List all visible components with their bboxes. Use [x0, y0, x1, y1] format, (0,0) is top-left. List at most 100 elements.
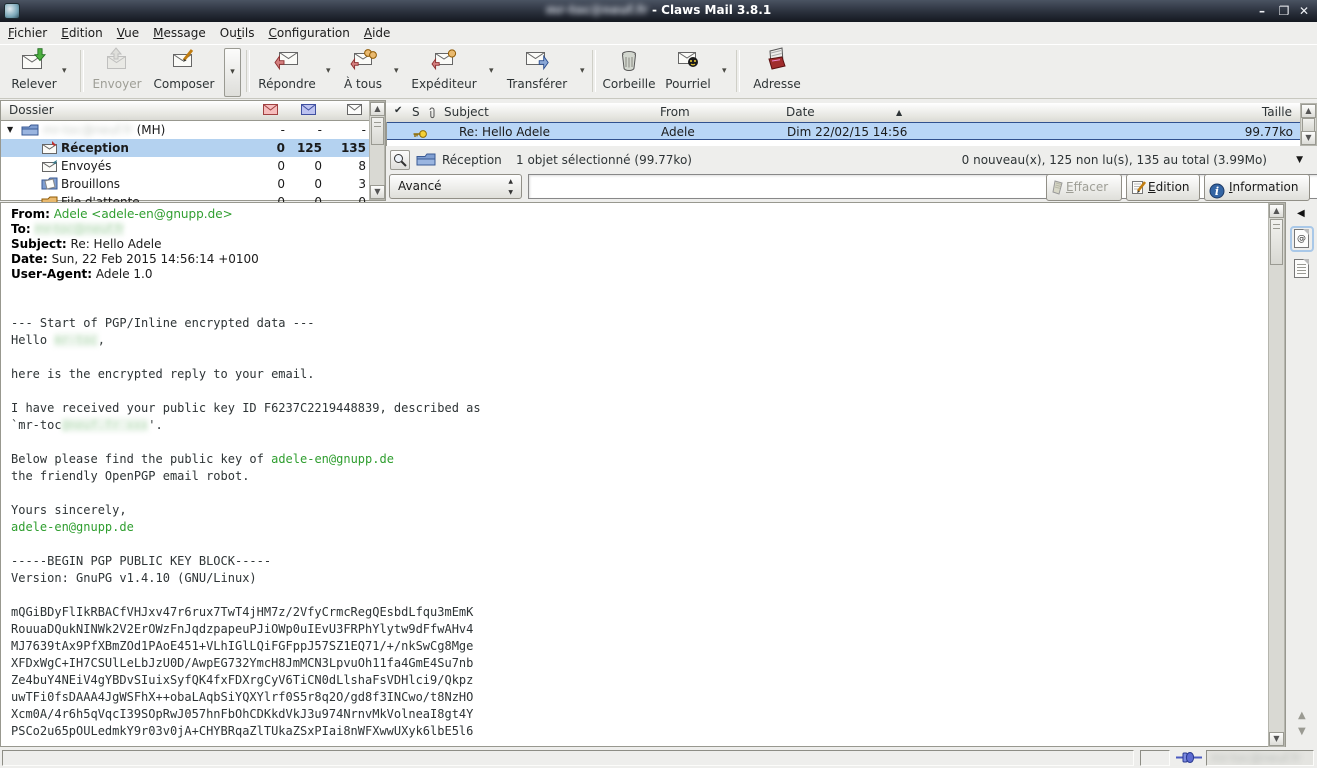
minimize-button[interactable]: –	[1253, 2, 1271, 20]
message-size: 99.77ko	[1245, 123, 1293, 141]
spam-button[interactable]: Pourriel	[662, 47, 714, 95]
reply-icon	[256, 47, 318, 75]
body-line: mQGiBDyFlIkRBACfVHJxv47r6rux7TwT4jHM7z/2…	[11, 604, 481, 621]
mime-scroll-down-icon[interactable]: ▼	[1298, 726, 1306, 737]
menubar: Fichier Edition Vue Message Outils Configurat…	[0, 22, 1317, 44]
send-button: Envoyer	[90, 47, 144, 95]
close-button[interactable]: ✕	[1295, 2, 1313, 20]
folder-row-sent[interactable]: Envoyés 0 0 8	[1, 157, 370, 175]
message-subject: Re: Hello Adele	[459, 123, 550, 141]
compose-dropdown-button[interactable]: ▾	[224, 48, 241, 97]
search-mode-value: Avancé	[398, 179, 442, 193]
size-column-header[interactable]: Taille	[1262, 105, 1292, 119]
receive-button[interactable]: Relever	[8, 47, 60, 95]
menu-edition[interactable]: Edition	[61, 26, 103, 40]
body-line: uwTFi0fsDAAA4JgWSFhX++obaLAqbSiYQXYlrf0S…	[11, 689, 481, 706]
to-header-label: To:	[11, 222, 31, 236]
expander-icon[interactable]: ▼	[7, 121, 13, 139]
mime-part-attachment[interactable]	[1292, 258, 1312, 280]
message-view[interactable]: From: Adele <adele-en@gnupp.de> To: mr-t…	[0, 202, 1286, 747]
message-list-body[interactable]: Re: Hello Adele Adele Dim 22/02/15 14:56…	[386, 122, 1300, 146]
menu-configuration[interactable]: Configuration	[268, 26, 349, 40]
message-list-scrollbar[interactable]: ▲ ▼	[1300, 103, 1317, 146]
account-name-redacted: mr-toc@neuf.fr	[1211, 751, 1301, 765]
forward-button[interactable]: Transférer	[503, 47, 571, 95]
body-line: the friendly OpenPGP email robot.	[11, 468, 481, 485]
collapse-panel-icon[interactable]: ◀	[1297, 208, 1305, 219]
from-header-label: From:	[11, 207, 50, 221]
menu-message[interactable]: Message	[153, 26, 206, 40]
scroll-up-icon[interactable]: ▲	[370, 102, 385, 116]
reply-all-button[interactable]: À tous	[340, 47, 386, 95]
mime-part-text[interactable]: @	[1292, 228, 1312, 250]
folder-row-inbox[interactable]: Réception 0 125 135	[1, 139, 370, 157]
date-header-value: Sun, 22 Feb 2015 14:56:14 +0100	[52, 252, 259, 266]
folder-scrollbar[interactable]: ▲ ▼	[369, 101, 385, 200]
from-column-header[interactable]: From	[660, 105, 690, 119]
message-date: Dim 22/02/15 14:56	[787, 123, 907, 141]
folder-pane: Dossier ▼ mr-toc@neuf.fr (MH) - - - Réce…	[0, 100, 386, 201]
menu-vue[interactable]: Vue	[117, 26, 139, 40]
clear-search-button: Effacer	[1046, 174, 1122, 201]
mark-column-icon[interactable]: ✔	[394, 105, 402, 116]
scroll-thumb[interactable]	[1302, 118, 1315, 132]
quicksearch-row: Avancé ▲▼ ▼ Effacer Edition iInformation	[386, 172, 1317, 201]
date-column-header[interactable]: Date	[786, 105, 815, 119]
progress-bar	[1140, 750, 1170, 766]
spinner-icon[interactable]: ▲▼	[508, 176, 513, 198]
scroll-thumb[interactable]	[1270, 219, 1283, 265]
from-header-value[interactable]: Adele <adele-en@gnupp.de>	[54, 207, 233, 221]
body-line: adele-en@gnupp.de	[11, 519, 481, 536]
message-row[interactable]: Re: Hello Adele Adele Dim 22/02/15 14:56…	[387, 122, 1301, 140]
status-column-header[interactable]: S	[412, 105, 420, 119]
compose-button[interactable]: Composer	[150, 47, 218, 95]
magnifier-icon	[393, 153, 407, 167]
selection-summary: 1 objet sélectionné (99.77ko)	[516, 153, 692, 167]
search-info-button[interactable]: iInformation	[1204, 174, 1310, 201]
window-title: mr-toc@neuf.fr - Claws Mail 3.8.1	[0, 3, 1317, 17]
forward-dropdown-icon[interactable]: ▾	[580, 66, 585, 76]
receive-dropdown-icon[interactable]: ▾	[62, 66, 67, 76]
reply-sender-button[interactable]: Expéditeur	[408, 47, 480, 95]
menu-aide[interactable]: Aide	[364, 26, 391, 40]
addressbook-button[interactable]: Adresse	[748, 47, 806, 95]
scroll-up-icon[interactable]: ▲	[1301, 104, 1316, 118]
mime-scroll-up-icon[interactable]: ▲	[1298, 710, 1306, 721]
list-status-row: Réception 1 objet sélectionné (99.77ko) …	[386, 148, 1317, 172]
scroll-up-icon[interactable]: ▲	[1269, 204, 1284, 218]
counts-dropdown-icon[interactable]: ▼	[1296, 155, 1303, 165]
body-line	[11, 587, 481, 604]
message-view-scrollbar[interactable]: ▲ ▼	[1268, 203, 1285, 747]
scroll-down-icon[interactable]: ▼	[370, 185, 385, 199]
subject-header-value: Re: Hello Adele	[71, 237, 162, 251]
reply-sender-dropdown-icon[interactable]: ▾	[489, 66, 494, 76]
menu-outils[interactable]: Outils	[220, 26, 255, 40]
reply-dropdown-icon[interactable]: ▾	[326, 66, 331, 76]
new-mail-column-icon	[263, 104, 278, 118]
subject-column-header[interactable]: Subject	[444, 105, 489, 119]
quicksearch-button[interactable]	[390, 150, 410, 170]
restore-button[interactable]: ❐	[1275, 2, 1293, 20]
scroll-thumb[interactable]	[371, 117, 384, 145]
scroll-down-icon[interactable]: ▼	[1269, 732, 1284, 746]
body-line: XFDxWgC+IH7CSUlLeLbJzU0D/AwpEG732YmcH8Jm…	[11, 655, 481, 672]
folder-row-drafts[interactable]: Brouillons 0 0 3	[1, 175, 370, 193]
reply-all-dropdown-icon[interactable]: ▾	[394, 66, 399, 76]
edit-search-button[interactable]: Edition	[1126, 174, 1200, 201]
online-status-icon[interactable]	[1176, 751, 1202, 767]
spam-dropdown-icon[interactable]: ▾	[722, 66, 727, 76]
message-list-header[interactable]: ✔ S Subject From Date ▲ Taille	[386, 103, 1300, 123]
folder-header-label: Dossier	[9, 103, 54, 117]
reply-button[interactable]: Répondre	[256, 47, 318, 95]
folder-column-header[interactable]: Dossier	[1, 101, 370, 121]
folder-row-account[interactable]: ▼ mr-toc@neuf.fr (MH) - - -	[1, 121, 370, 139]
titlebar[interactable]: mr-toc@neuf.fr - Claws Mail 3.8.1 – ❐ ✕	[0, 0, 1317, 22]
trash-button[interactable]: Corbeille	[600, 47, 658, 95]
scroll-down-icon[interactable]: ▼	[1301, 131, 1316, 145]
search-mode-select[interactable]: Avancé ▲▼	[389, 174, 522, 199]
attachment-column-icon[interactable]	[428, 107, 436, 122]
account-selector[interactable]: mr-toc@neuf.fr	[1206, 750, 1314, 766]
menu-fichier[interactable]: Fichier	[8, 26, 47, 40]
spam-icon	[662, 47, 714, 75]
signed-key-icon	[413, 126, 427, 144]
